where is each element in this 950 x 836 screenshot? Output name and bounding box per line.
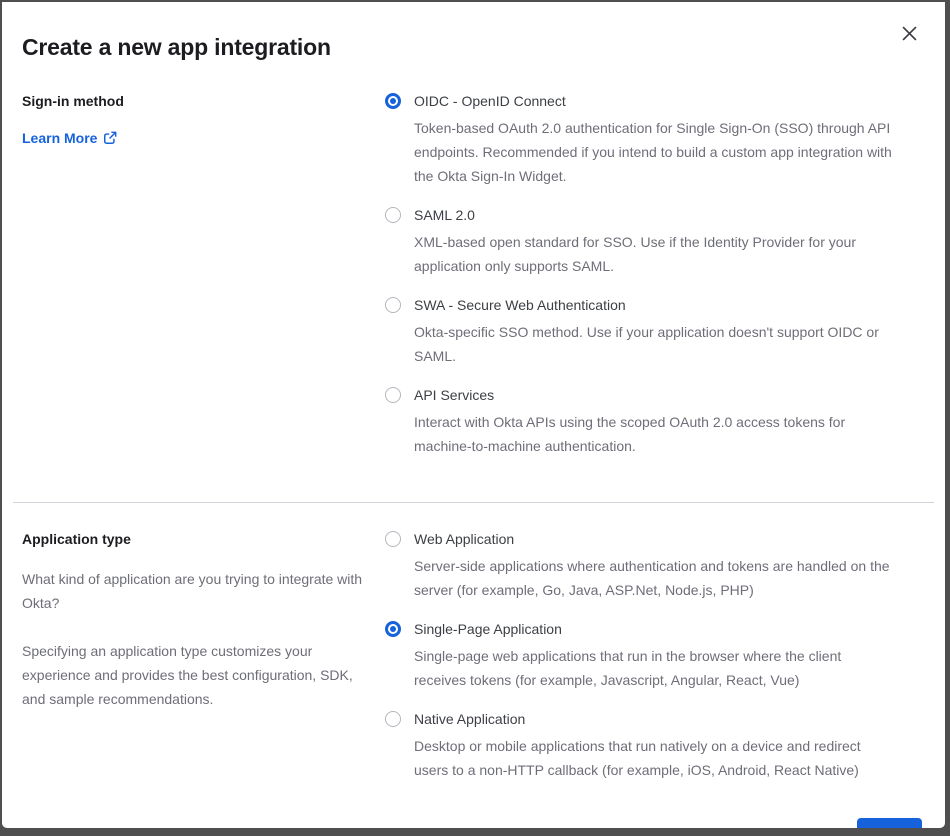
radio-option-description: Single-page web applications that run in… bbox=[414, 644, 896, 692]
signin-method-option-swa-secure-web-authentication[interactable]: SWA - Secure Web Authentication Okta-spe… bbox=[385, 297, 925, 368]
next-button[interactable]: Next bbox=[857, 818, 922, 828]
radio-option-description: Interact with Okta APIs using the scoped… bbox=[414, 410, 896, 458]
learn-more-link[interactable]: Learn More bbox=[22, 130, 117, 146]
dialog-footer: Cancel Next bbox=[22, 818, 925, 828]
signin-method-left-column: Sign-in method Learn More bbox=[22, 93, 385, 458]
radio-option-label: API Services bbox=[414, 387, 896, 404]
application-type-options: Web Application Server-side applications… bbox=[385, 531, 925, 782]
radio-button[interactable] bbox=[385, 621, 401, 637]
external-link-icon bbox=[103, 131, 117, 145]
radio-button[interactable] bbox=[385, 207, 401, 223]
signin-method-section: Sign-in method Learn More OIDC - OpenID … bbox=[22, 93, 925, 458]
application-type-left-column: Application type What kind of applicatio… bbox=[22, 531, 385, 782]
radio-option-description: XML-based open standard for SSO. Use if … bbox=[414, 230, 896, 278]
dialog-title: Create a new app integration bbox=[22, 34, 925, 61]
radio-option-description: Server-side applications where authentic… bbox=[414, 554, 896, 602]
signin-method-option-saml-2-0[interactable]: SAML 2.0 XML-based open standard for SSO… bbox=[385, 207, 925, 278]
radio-option-description: Okta-specific SSO method. Use if your ap… bbox=[414, 320, 896, 368]
application-type-section: Application type What kind of applicatio… bbox=[22, 531, 925, 782]
application-type-label: Application type bbox=[22, 531, 385, 547]
close-icon bbox=[902, 26, 917, 41]
application-type-question: What kind of application are you trying … bbox=[22, 567, 370, 615]
radio-button[interactable] bbox=[385, 387, 401, 403]
section-divider bbox=[13, 502, 934, 503]
radio-option-label: Web Application bbox=[414, 531, 896, 548]
learn-more-label: Learn More bbox=[22, 130, 97, 146]
application-type-option-native-application[interactable]: Native Application Desktop or mobile app… bbox=[385, 711, 925, 782]
radio-button[interactable] bbox=[385, 711, 401, 727]
create-app-integration-dialog: Create a new app integration Sign-in met… bbox=[2, 2, 945, 828]
radio-option-description: Token-based OAuth 2.0 authentication for… bbox=[414, 116, 896, 188]
radio-option-label: Native Application bbox=[414, 711, 896, 728]
application-type-option-web-application[interactable]: Web Application Server-side applications… bbox=[385, 531, 925, 602]
radio-button[interactable] bbox=[385, 297, 401, 313]
close-button[interactable] bbox=[898, 22, 920, 44]
signin-method-label: Sign-in method bbox=[22, 93, 385, 109]
radio-option-label: OIDC - OpenID Connect bbox=[414, 93, 896, 110]
radio-option-label: SWA - Secure Web Authentication bbox=[414, 297, 896, 314]
radio-option-description: Desktop or mobile applications that run … bbox=[414, 734, 896, 782]
radio-button[interactable] bbox=[385, 93, 401, 109]
signin-method-option-oidc-openid-connect[interactable]: OIDC - OpenID Connect Token-based OAuth … bbox=[385, 93, 925, 188]
signin-method-option-api-services[interactable]: API Services Interact with Okta APIs usi… bbox=[385, 387, 925, 458]
application-type-option-single-page-application[interactable]: Single-Page Application Single-page web … bbox=[385, 621, 925, 692]
radio-option-label: Single-Page Application bbox=[414, 621, 896, 638]
signin-method-options: OIDC - OpenID Connect Token-based OAuth … bbox=[385, 93, 925, 458]
radio-option-label: SAML 2.0 bbox=[414, 207, 896, 224]
radio-button[interactable] bbox=[385, 531, 401, 547]
application-type-help-text: Specifying an application type customize… bbox=[22, 639, 370, 711]
